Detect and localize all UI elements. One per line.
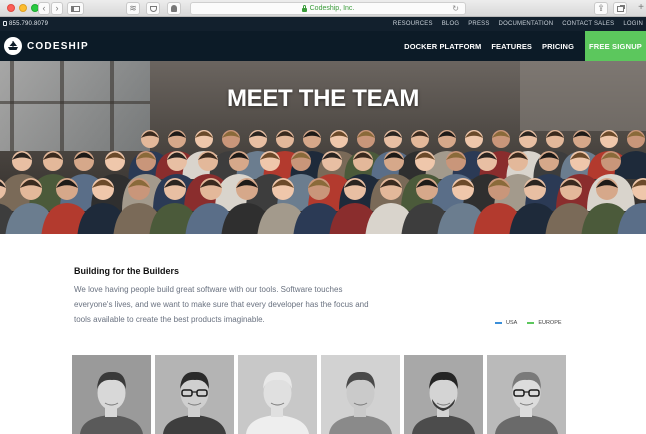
ship-icon [4,37,22,55]
sidebar-icon [71,5,80,12]
team-member-photo[interactable] [238,355,317,434]
team-member-photo[interactable] [404,355,483,434]
lock-icon [301,4,307,12]
back-button[interactable]: ‹ [38,2,50,15]
location-legend: USA EUROPE [495,320,562,326]
forward-button[interactable]: › [51,2,63,15]
utility-link-blog[interactable]: BLOG [442,21,459,27]
utility-links: RESOURCES BLOG PRESS DOCUMENTATION CONTA… [393,21,643,27]
close-window-button[interactable] [7,4,15,12]
sidebar-toggle-button[interactable] [67,2,84,15]
phone-number[interactable]: 855.790.8079 [3,21,48,27]
legend-item-usa[interactable]: USA [495,320,517,326]
legend-label-usa: USA [506,320,518,326]
minimize-window-button[interactable] [19,4,27,12]
plus-icon: + [638,2,644,13]
legend-swatch-europe [527,322,535,324]
phone-icon [3,21,7,26]
pocket-extension-button[interactable] [146,2,160,15]
legend-item-europe[interactable]: EUROPE [527,320,562,326]
utility-link-contact-sales[interactable]: CONTACT SALES [562,21,614,27]
pocket-icon [149,5,157,12]
hero-title: MEET THE TEAM [226,85,420,112]
browser-toolbar: ‹ › ≋ Codeship, Inc. ↻ ⇪ + [0,0,646,17]
nav-links: DOCKER PLATFORM FEATURES PRICING [404,42,574,51]
legend-label-europe: EUROPE [538,320,562,326]
legend-swatch-usa [495,322,502,324]
free-signup-button[interactable]: FREE SIGNUP [585,31,646,61]
buffer-extension-button[interactable]: ≋ [126,2,140,15]
utility-bar: 855.790.8079 RESOURCES BLOG PRESS DOCUME… [0,17,646,31]
section-heading: Building for the Builders [74,266,179,276]
team-member-photo[interactable] [72,355,151,434]
logo-wordmark: CODESHIP [27,40,89,52]
section-body: We love having people build great softwa… [74,285,369,324]
utility-link-documentation[interactable]: DOCUMENTATION [499,21,554,27]
main-navigation: CODESHIP DOCKER PLATFORM FEATURES PRICIN… [0,31,646,61]
tabs-overview-button[interactable] [613,2,627,15]
utility-link-press[interactable]: PRESS [468,21,489,27]
hero-team-photo: MEET THE TEAM [0,61,646,234]
address-bar-text: Codeship, Inc. [309,5,355,12]
team-grid [72,355,566,434]
chevron-right-icon: › [55,3,59,13]
nav-link-features[interactable]: FEATURES [491,42,532,51]
phone-text: 855.790.8079 [9,21,49,27]
team-member-photo[interactable] [487,355,566,434]
codeship-logo[interactable]: CODESHIP [4,37,89,55]
team-member-photo[interactable] [321,355,400,434]
nav-link-pricing[interactable]: PRICING [542,42,574,51]
share-icon: ⇪ [597,3,605,13]
utility-link-login[interactable]: LOGIN [623,21,643,27]
nav-link-docker-platform[interactable]: DOCKER PLATFORM [404,42,481,51]
ghost-icon [171,5,177,12]
layers-icon: ≋ [129,3,137,13]
reload-icon[interactable]: ↻ [452,4,459,13]
team-member-photo[interactable] [155,355,234,434]
tabs-icon [616,5,624,12]
ghostery-extension-button[interactable] [167,2,181,15]
utility-link-resources[interactable]: RESOURCES [393,21,433,27]
address-bar[interactable]: Codeship, Inc. ↻ [190,2,466,15]
chevron-left-icon: ‹ [42,3,46,13]
share-button[interactable]: ⇪ [594,2,608,15]
intro-section: Building for the Builders We love having… [74,266,374,327]
new-tab-button[interactable]: + [636,2,646,15]
